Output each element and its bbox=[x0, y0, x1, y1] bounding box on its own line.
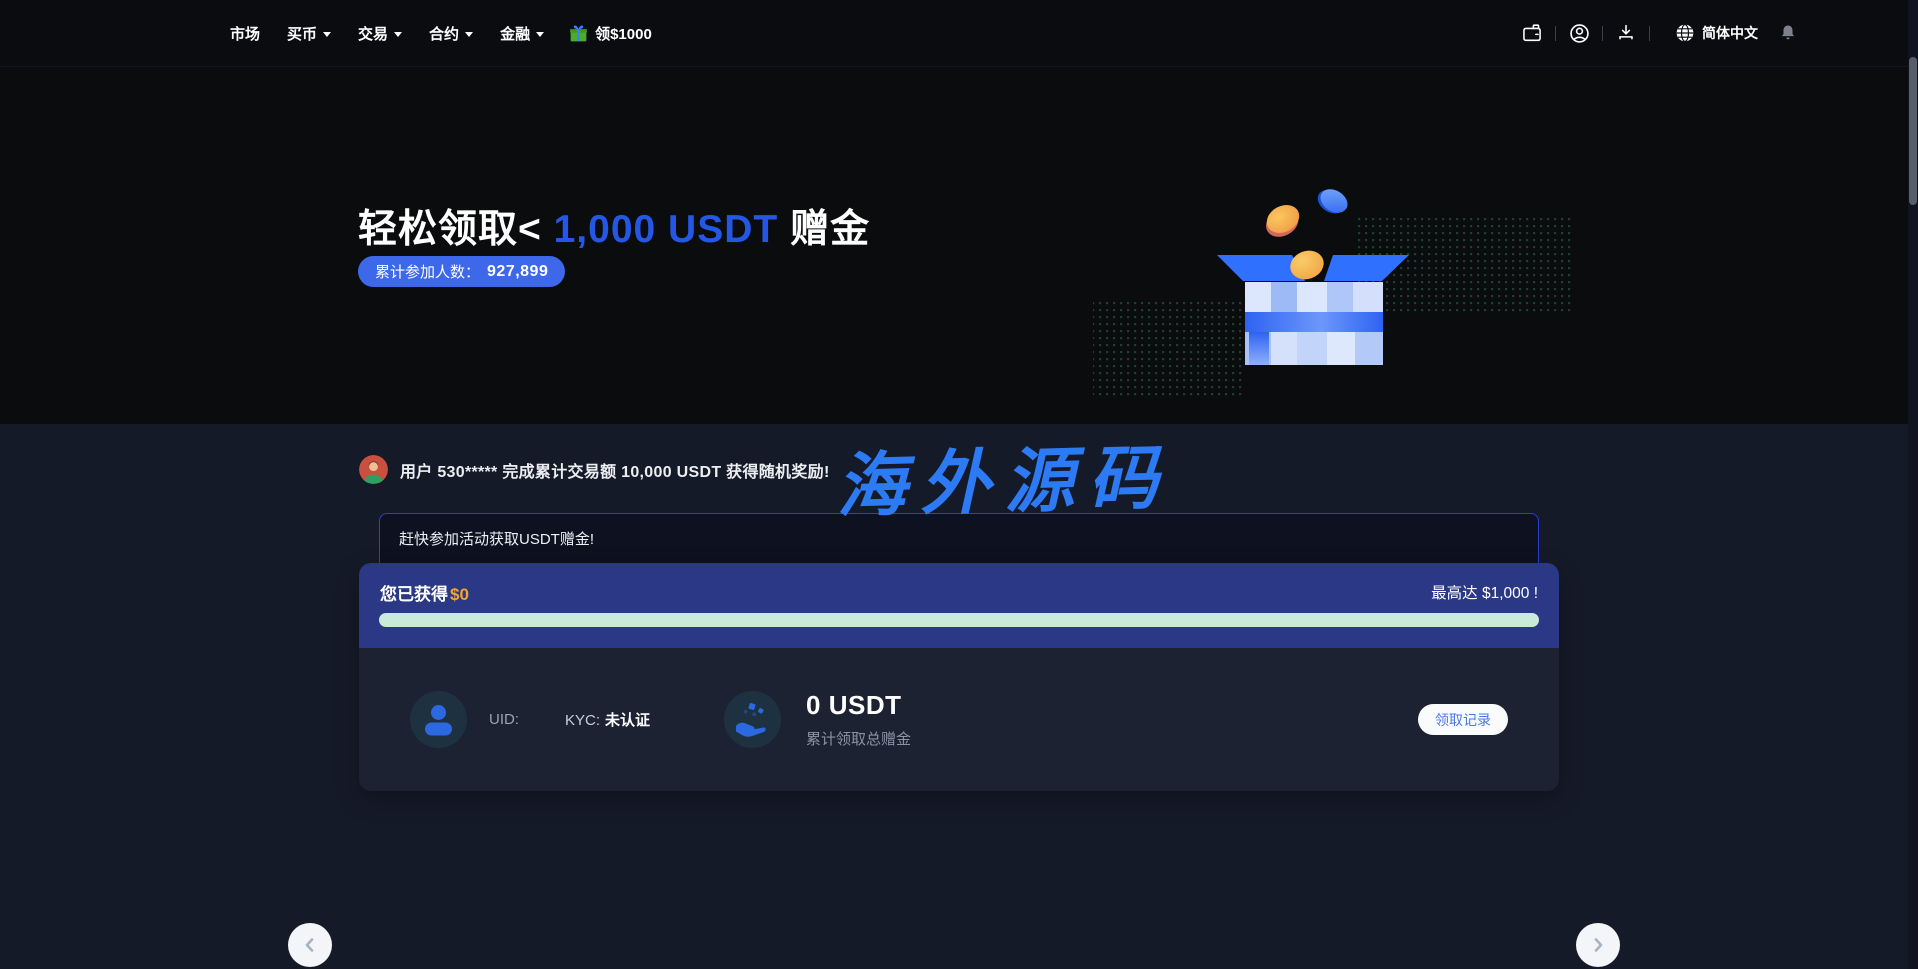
chevron-down-icon bbox=[465, 32, 473, 37]
nav-item-label: 合约 bbox=[429, 23, 459, 44]
globe-icon bbox=[1675, 23, 1695, 43]
hero-title-highlight: 1,000 USDT bbox=[542, 208, 790, 251]
account-card: UID: KYC: 未认证 0 USDT 累计领取总赠金 bbox=[359, 648, 1559, 791]
announcement-ticker: 用户 530***** 完成累计交易额 10,000 USDT 获得随机奖励! bbox=[359, 455, 830, 484]
language-label: 简体中文 bbox=[1702, 23, 1758, 43]
scrollbar-thumb[interactable] bbox=[1909, 57, 1917, 205]
max-bonus-text: 最高达 $1,000 ! bbox=[1431, 581, 1538, 603]
bonus-progress-bar bbox=[379, 613, 1539, 627]
profile-icon[interactable] bbox=[1567, 21, 1591, 45]
nav-right-group: 简体中文 bbox=[1520, 21, 1800, 45]
hero-title: 轻松领取< 1,000 USDT 赠金 bbox=[358, 198, 870, 254]
divider bbox=[1649, 26, 1650, 41]
hero-title-suffix: 赠金 bbox=[790, 208, 870, 251]
nav-item-label: 买币 bbox=[287, 23, 317, 44]
language-selector[interactable]: 简体中文 bbox=[1675, 23, 1758, 43]
coins-hand-badge bbox=[724, 691, 781, 748]
bonus-card: 您已获得$0 最高达 $1,000 ! UID: KYC: 未认证 bbox=[359, 563, 1559, 791]
nav-item-trade[interactable]: 交易 bbox=[358, 23, 402, 44]
kyc-value: 未认证 bbox=[605, 712, 650, 729]
kyc-label: KYC: bbox=[565, 712, 600, 729]
activity-notice-box: 赶快参加活动获取USDT赠金! bbox=[379, 513, 1539, 564]
nav-item-finance[interactable]: 金融 bbox=[500, 23, 544, 44]
gift-box-illustration bbox=[1085, 162, 1785, 417]
carousel-next-button[interactable] bbox=[1576, 923, 1620, 967]
announcement-message: 用户 530***** 完成累计交易额 10,000 USDT 获得随机奖励! bbox=[400, 458, 830, 482]
page: 市场 买币 交易 合约 金融 领$1000 bbox=[0, 0, 1918, 969]
nav-item-market[interactable]: 市场 bbox=[230, 23, 260, 44]
chevron-down-icon bbox=[323, 32, 331, 37]
gift-icon bbox=[568, 23, 589, 44]
download-icon[interactable] bbox=[1614, 21, 1638, 45]
chevron-left-icon bbox=[302, 937, 318, 953]
earned-amount: $0 bbox=[450, 585, 469, 604]
kyc-status: KYC: 未认证 bbox=[565, 709, 650, 730]
total-bonus-block: 0 USDT 累计领取总赠金 bbox=[806, 690, 911, 749]
announcement-avatar-icon bbox=[359, 455, 388, 484]
coins-hand-icon bbox=[724, 691, 781, 748]
promo-label: 领$1000 bbox=[595, 23, 652, 44]
uid-label: UID: bbox=[489, 711, 519, 728]
nav-item-contract[interactable]: 合约 bbox=[429, 23, 473, 44]
page-scrollbar bbox=[1908, 0, 1918, 969]
bell-icon[interactable] bbox=[1776, 21, 1800, 45]
promo-claim-1000[interactable]: 领$1000 bbox=[568, 23, 652, 44]
activity-notice-text: 赶快参加活动获取USDT赠金! bbox=[399, 528, 594, 549]
nav-menu: 市场 买币 交易 合约 金融 bbox=[230, 23, 544, 44]
chevron-down-icon bbox=[536, 32, 544, 37]
claim-records-button[interactable]: 领取记录 bbox=[1418, 704, 1508, 735]
divider bbox=[1555, 26, 1556, 41]
user-avatar-icon bbox=[410, 691, 467, 748]
hero-banner: 轻松领取< 1,000 USDT 赠金 累计参加人数： 927,899 bbox=[0, 67, 1918, 424]
nav-item-buy[interactable]: 买币 bbox=[287, 23, 331, 44]
nav-item-label: 金融 bbox=[500, 23, 530, 44]
participants-badge: 累计参加人数： 927,899 bbox=[358, 256, 565, 287]
carousel-prev-button[interactable] bbox=[288, 923, 332, 967]
main-content: 用户 530***** 完成累计交易额 10,000 USDT 获得随机奖励! … bbox=[0, 424, 1918, 969]
nav-item-label: 交易 bbox=[358, 23, 388, 44]
bonus-card-header: 您已获得$0 最高达 $1,000 ! bbox=[359, 563, 1559, 648]
chevron-down-icon bbox=[394, 32, 402, 37]
total-bonus-amount: 0 USDT bbox=[806, 690, 911, 721]
hero-title-prefix: 轻松领取< bbox=[358, 208, 542, 251]
wallet-icon[interactable] bbox=[1520, 21, 1544, 45]
participants-value: 927,899 bbox=[487, 263, 548, 281]
user-avatar bbox=[410, 691, 467, 748]
nav-item-label: 市场 bbox=[230, 23, 260, 44]
total-bonus-caption: 累计领取总赠金 bbox=[806, 728, 911, 749]
earned-label: 您已获得 bbox=[380, 585, 448, 604]
divider bbox=[1602, 26, 1603, 41]
participants-label: 累计参加人数： bbox=[375, 261, 480, 282]
top-nav: 市场 买币 交易 合约 金融 领$1000 bbox=[0, 0, 1918, 67]
chevron-right-icon bbox=[1590, 937, 1606, 953]
earned-amount-row: 您已获得$0 bbox=[380, 580, 469, 605]
